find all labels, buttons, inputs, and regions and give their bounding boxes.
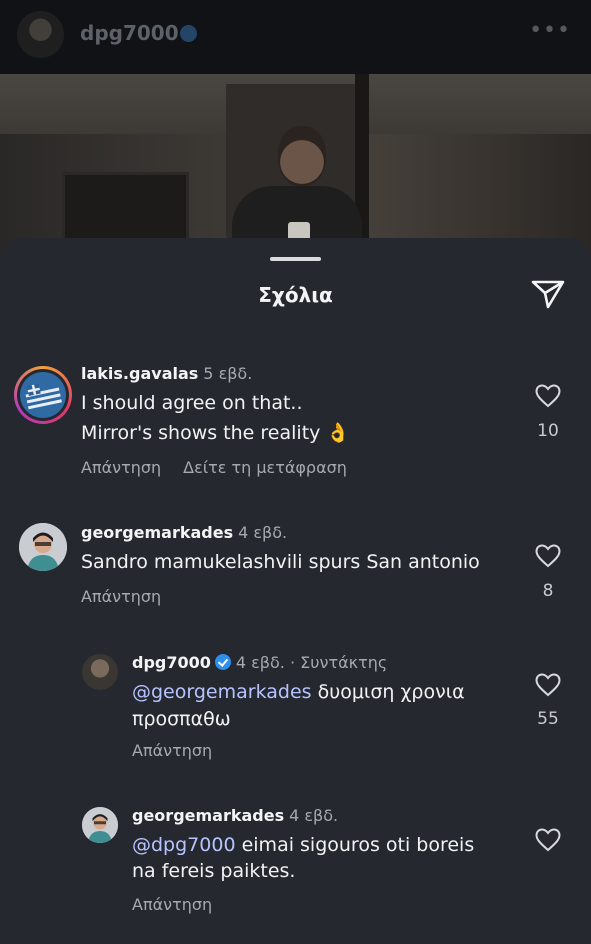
comment-text-line: Mirror's shows the reality 👌 <box>81 422 351 444</box>
like-count: 8 <box>542 581 554 601</box>
heart-icon[interactable] <box>535 828 561 852</box>
avatar[interactable] <box>82 654 118 690</box>
comment-actions: Απάντηση <box>81 587 183 606</box>
comment-text: eimai sigouros oti boreis <box>235 834 475 856</box>
avatar[interactable] <box>17 11 64 58</box>
reply-button[interactable]: Απάντηση <box>132 741 212 760</box>
verified-badge-icon <box>180 25 197 42</box>
reply-button[interactable]: Απάντηση <box>132 895 212 914</box>
comment-actions: Απάντηση <box>132 741 234 760</box>
avatar[interactable] <box>82 807 118 843</box>
comment-username[interactable]: georgemarkades <box>132 806 284 825</box>
like-count: 55 <box>537 709 559 729</box>
author-label: · Συντάκτης <box>289 653 388 672</box>
comment-meta: georgemarkades 4 εβδ. <box>81 523 287 542</box>
comment-time: 4 εβδ. <box>289 806 339 825</box>
comment-meta: georgemarkades 4 εβδ. <box>132 806 338 825</box>
comments-sheet: Σχόλια lakis.gavalas 5 εβδ. I should agre… <box>0 238 591 944</box>
more-options-icon[interactable]: ••• <box>529 18 571 43</box>
comment-text-line: Sandro mamukelashvili spurs San antonio <box>81 551 480 573</box>
see-translation-button[interactable]: Δείτε τη μετάφραση <box>183 458 347 477</box>
mention-link[interactable]: @dpg7000 <box>132 834 236 856</box>
comment-text-line: προσπαθω <box>132 708 231 730</box>
comment-username[interactable]: georgemarkades <box>81 523 233 542</box>
drag-handle[interactable] <box>270 257 321 261</box>
sheet-title: Σχόλια <box>258 283 333 307</box>
comment-text-line: na fereis paiktes. <box>132 860 296 882</box>
comment-username[interactable]: lakis.gavalas <box>81 364 198 383</box>
like-count: 10 <box>537 421 559 441</box>
avatar[interactable] <box>19 523 67 571</box>
reply-button[interactable]: Απάντηση <box>81 587 161 606</box>
post-username[interactable]: dpg7000 <box>80 21 179 45</box>
comment-text: δυομιση χρονια <box>311 681 465 703</box>
comment-text-line: @georgemarkades δυομιση χρονια <box>132 677 465 707</box>
reply-button[interactable]: Απάντηση <box>81 458 161 477</box>
heart-icon[interactable] <box>535 544 561 568</box>
comment-username[interactable]: dpg7000 <box>132 653 211 672</box>
comment-meta: dpg7000 4 εβδ. · Συντάκτης <box>132 653 387 672</box>
person-avatar-icon <box>19 523 67 571</box>
avatar[interactable] <box>14 366 72 424</box>
post-header: dpg7000 ••• <box>0 0 591 74</box>
verified-badge-icon <box>214 654 231 670</box>
flag-avatar-icon <box>17 369 69 421</box>
comment-time: 4 εβδ. <box>238 523 288 542</box>
mention-link[interactable]: @georgemarkades <box>132 681 312 703</box>
comment-actions: Απάντηση Δείτε τη μετάφραση <box>81 458 369 477</box>
photo-person-head <box>278 126 326 186</box>
comment-time: 5 εβδ. <box>203 364 253 383</box>
comment-meta: lakis.gavalas 5 εβδ. <box>81 364 252 383</box>
comment-text-line: I should agree on that.. <box>81 392 303 414</box>
comment-actions: Απάντηση <box>132 895 234 914</box>
heart-icon[interactable] <box>535 384 561 408</box>
comment-time: 4 εβδ. <box>235 653 285 672</box>
heart-icon[interactable] <box>535 673 561 697</box>
person-avatar-icon <box>82 807 118 843</box>
send-icon[interactable] <box>531 279 565 309</box>
